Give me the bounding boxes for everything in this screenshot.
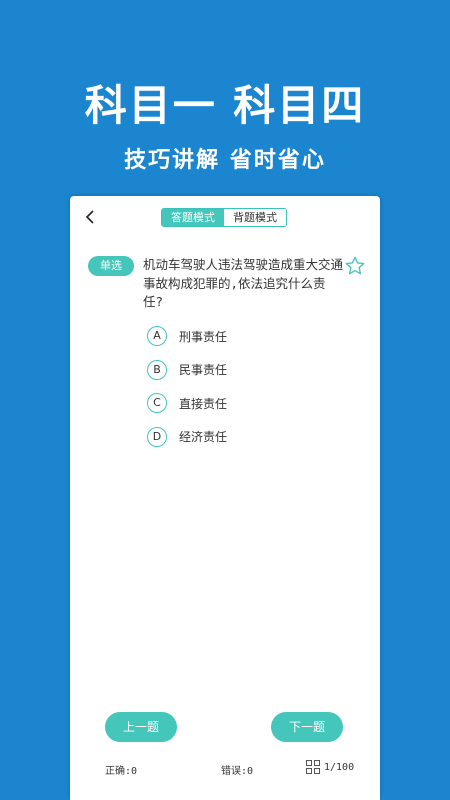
top-bar: 答题模式 背题模式 xyxy=(70,196,380,240)
promo-subline: 技巧讲解 省时省心 xyxy=(124,148,326,173)
option-d[interactable]: D 经济责任 xyxy=(147,425,227,449)
next-question-button[interactable]: 下一题 xyxy=(271,712,343,742)
option-letter: B xyxy=(147,359,167,380)
promo-headline: 科目一 科目四 xyxy=(84,81,366,130)
question-progress: 1/100 xyxy=(324,762,355,773)
option-text: 直接责任 xyxy=(179,396,228,411)
option-b[interactable]: B 民事责任 xyxy=(147,358,227,382)
option-letter: C xyxy=(147,393,167,413)
option-text: 民事责任 xyxy=(179,363,228,377)
grid-icon[interactable] xyxy=(306,760,320,774)
prev-question-button[interactable]: 上一题 xyxy=(105,712,177,742)
star-outline-icon[interactable] xyxy=(344,255,366,277)
question-type-badge: 单选 xyxy=(88,256,134,276)
app-screen: 答题模式 背题模式 单选 机动车驾驶人违法驾驶造成重大交通事故构成犯罪的,依法追… xyxy=(70,196,380,800)
option-a[interactable]: A 刑事责任 xyxy=(147,324,227,348)
tab-memorize-mode[interactable]: 背题模式 xyxy=(224,209,286,226)
question-text: 机动车驾驶人违法驾驶造成重大交通事故构成犯罪的,依法追究什么责任? xyxy=(143,257,344,309)
option-c[interactable]: C 直接责任 xyxy=(147,391,227,415)
correct-count: 正确:0 xyxy=(105,766,138,777)
chevron-left-icon[interactable] xyxy=(82,208,100,226)
option-text: 经济责任 xyxy=(179,430,228,444)
option-letter: D xyxy=(147,426,167,447)
answer-options: A 刑事责任 B 民事责任 C 直接责任 D 经济责任 xyxy=(147,324,227,458)
tab-answer-mode[interactable]: 答题模式 xyxy=(162,209,224,226)
option-letter: A xyxy=(147,326,167,346)
mode-toggle: 答题模式 背题模式 xyxy=(161,208,287,227)
wrong-count: 错误:0 xyxy=(221,766,254,777)
option-text: 刑事责任 xyxy=(179,329,228,344)
